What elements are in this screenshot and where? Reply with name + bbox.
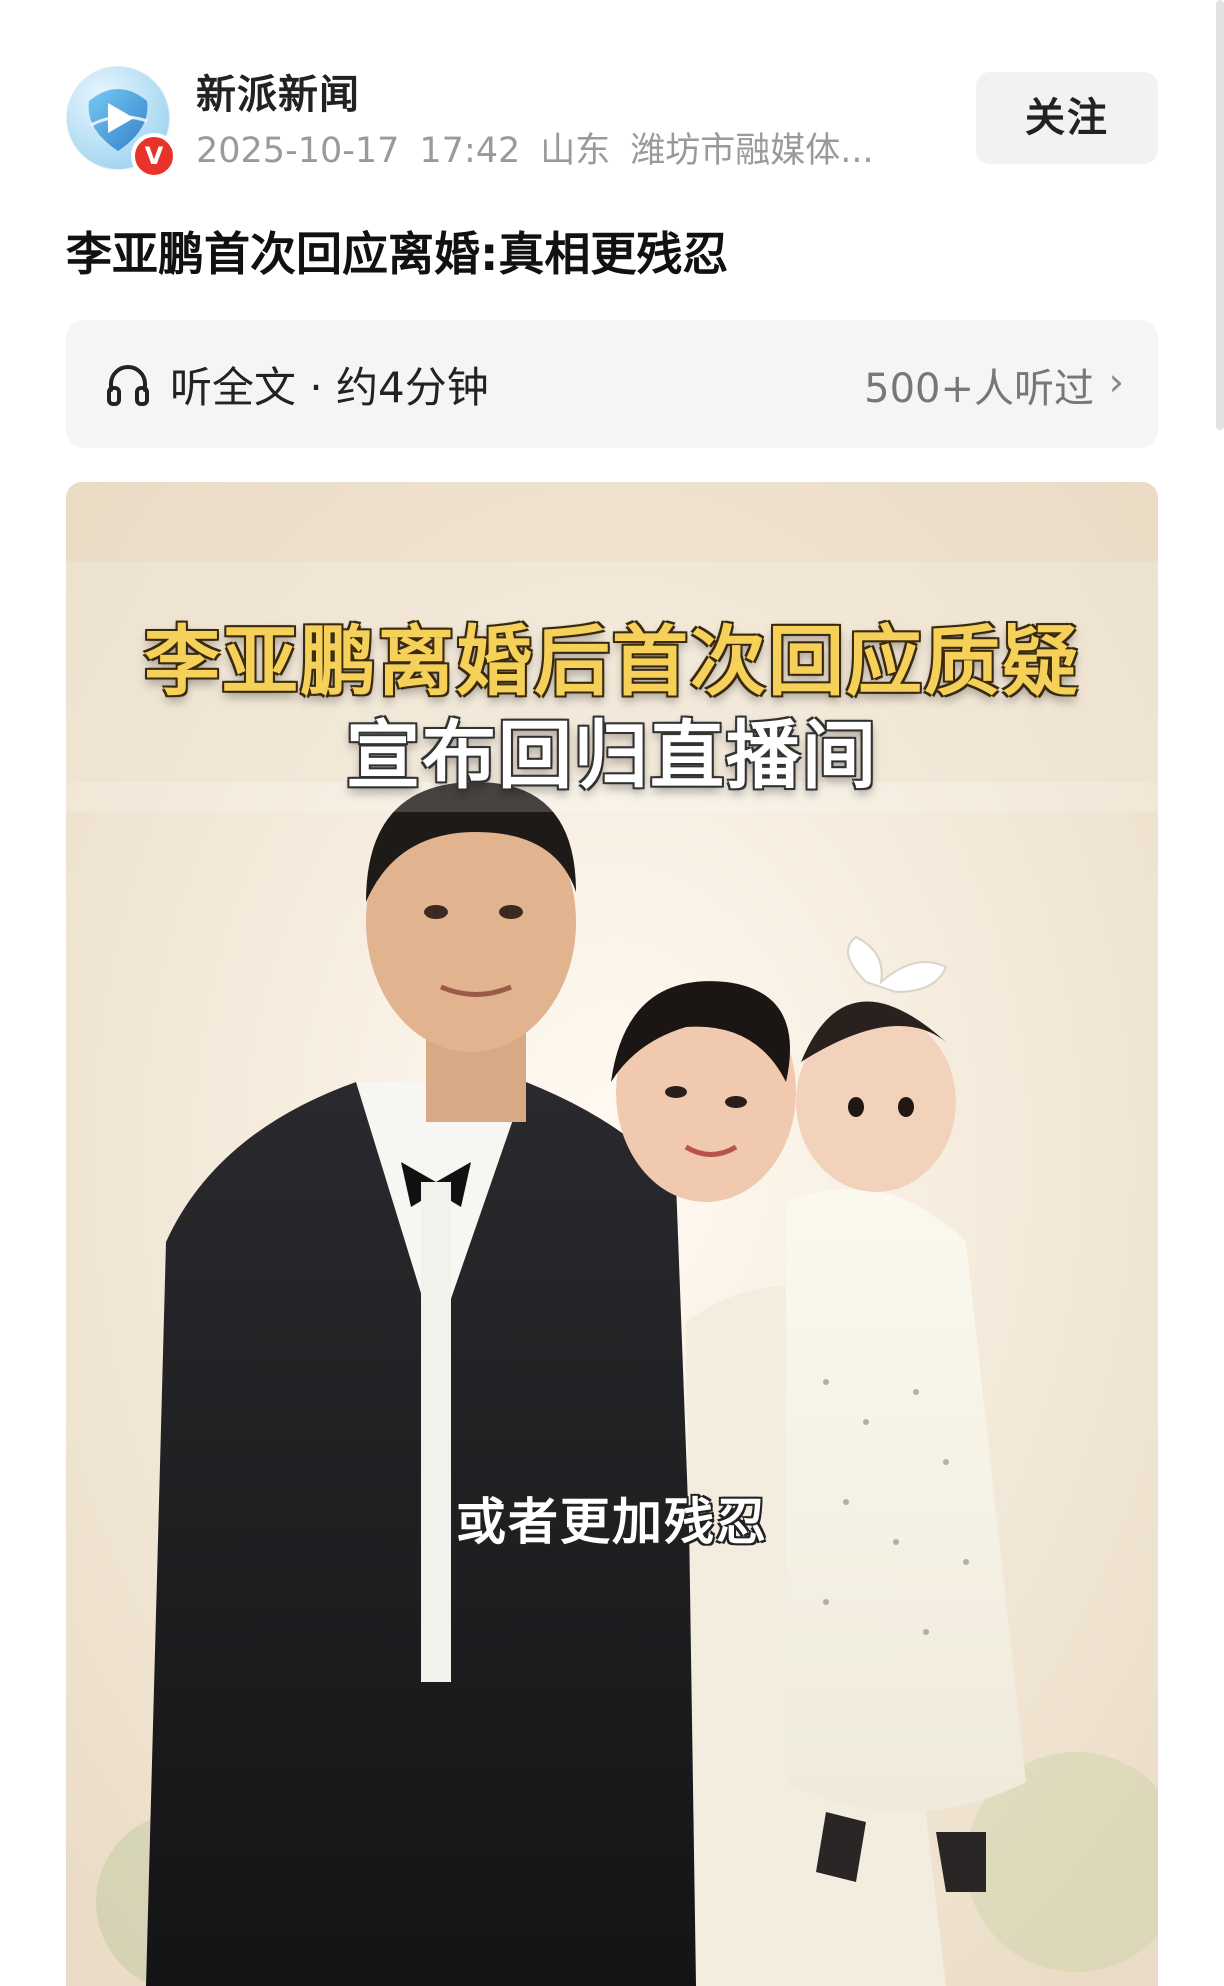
article-image[interactable]: 李亚鹏离婚后首次回应质疑 宣布回归直播间 或者更加残忍	[66, 482, 1158, 1986]
source-avatar[interactable]: V	[66, 66, 177, 179]
article-header: V 新派新闻 2025-10-17 17:42 山东 潍坊市融媒体... 关注	[66, 62, 1158, 179]
scrollbar[interactable]	[1216, 0, 1224, 430]
article-meta: 2025-10-17 17:42 山东 潍坊市融媒体...	[196, 122, 986, 173]
image-subheadline: 宣布回归直播间	[346, 713, 878, 799]
source-name[interactable]: 新派新闻	[196, 62, 360, 120]
verified-badge: V	[131, 133, 177, 179]
listen-full-text-bar[interactable]: 听全文 · 约4分钟 500+人听过 ›	[66, 320, 1158, 448]
publish-date: 2025-10-17	[196, 131, 400, 171]
publisher-name: 潍坊市融媒体...	[630, 131, 874, 171]
chevron-right-icon: ›	[1108, 360, 1124, 404]
publish-time: 17:42	[419, 131, 521, 171]
listener-count: 500+人听过	[864, 366, 1094, 412]
listen-label: 听全文 · 约4分钟	[170, 363, 489, 412]
image-headline: 李亚鹏离婚后首次回应质疑	[144, 617, 1080, 706]
headphone-icon	[107, 365, 149, 406]
follow-button[interactable]: 关注	[976, 72, 1158, 164]
article-title: 李亚鹏首次回应离婚:真相更残忍	[66, 227, 729, 281]
publish-region: 山东	[540, 131, 611, 171]
image-caption: 或者更加残忍	[456, 1493, 768, 1551]
